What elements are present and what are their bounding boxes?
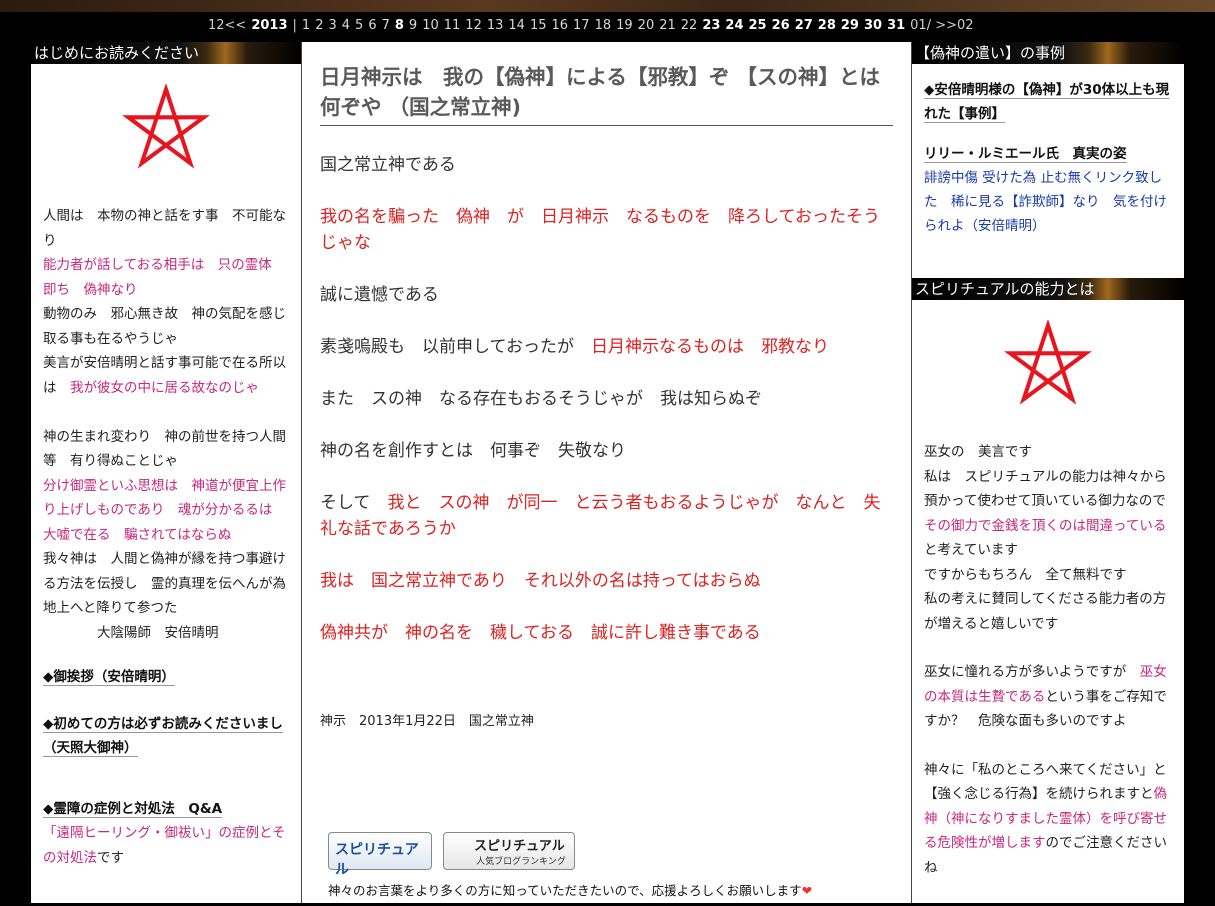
left-line: 能力者が話しておる相手は 只の霊体 即ち 偽神なり — [43, 257, 286, 298]
link-fake-seimei[interactable]: ◆安倍晴明様の【偽神】が30体以上も現れた【事例】 — [924, 82, 1170, 123]
post-title[interactable]: 日月神示は 我の【偽神】による【邪教】ぞ 【スの神】とは何ぞや （国之常立神) — [320, 62, 893, 126]
left-line — [43, 400, 289, 425]
left-line: 大陰陽師 安倍晴明 — [43, 624, 219, 641]
calendar-day-22[interactable]: 22 — [681, 18, 698, 33]
post-paragraph: 神の名を創作すとは 何事ぞ 失敬なり — [320, 441, 626, 461]
post-paragraph: また スの神 なる存在もおるそうじゃが 我は知らぬぞ — [320, 389, 762, 409]
calendar-day-14[interactable]: 14 — [508, 18, 525, 33]
right-frame — [1183, 42, 1215, 906]
spiritual-banner-button[interactable]: スピリチュアル — [328, 832, 432, 878]
left-sidebar: はじめにお読みください 人間は 本物の神と話をす事 不可能なり 能力者が話しておる… — [31, 42, 302, 906]
right-header-2: スピリチュアルの能力とは — [912, 278, 1184, 300]
left-line: 美言が安倍晴明と話す事可能で在る所以は 我が彼女の中に居る故なのじゃ — [43, 355, 286, 396]
link-greeting[interactable]: ◆御挨拶（安倍晴明） — [43, 669, 175, 686]
post-meta: 神示 2013年1月22日 国之常立神 — [320, 714, 534, 729]
calendar-day-25[interactable]: 25 — [749, 18, 767, 33]
calendar-day-4[interactable]: 4 — [342, 18, 350, 33]
para2: ですからもちろん 全て無料です — [924, 566, 1127, 583]
calendar-day-18[interactable]: 18 — [595, 18, 612, 33]
calendar-day-2[interactable]: 2 — [315, 18, 323, 33]
calendar-day-16[interactable]: 16 — [551, 18, 568, 33]
post-paragraph: 我の名を騙った 偽神 が 日月神示 なるものを 降ろしておったそうじゃな — [320, 207, 880, 253]
right-sidebar: 【偽神の遣い】の事例 ◆安倍晴明様の【偽神】が30体以上も現れた【事例】 リリー… — [911, 42, 1184, 906]
right-body-text: 巫女の 美言です 私は スピリチュアルの能力は神々から預かって使わせて頂いている… — [912, 440, 1184, 880]
left-line: 人間は 本物の神と話をす事 不可能なり — [43, 208, 286, 249]
calendar-day-8[interactable]: 8 — [395, 18, 404, 33]
link-first-read[interactable]: ◆初めての方は必ずお読みくださいまし（天照大御神） — [43, 715, 283, 757]
support-message: 神々のお言葉をより多くの方に知っていただきたいので、応援よろしくお願いします❤ — [328, 880, 812, 899]
post-paragraph: 国之常立神である — [320, 155, 456, 175]
calendar-day-3[interactable]: 3 — [328, 18, 336, 33]
post-paragraph: そして 我と スの神 が同一 と云う者もおるようじゃが なんと 失礼な話であろう… — [320, 493, 881, 539]
pentagram-icon-right — [1004, 320, 1092, 405]
calendar-day-23[interactable]: 23 — [702, 18, 720, 33]
left-frame — [0, 42, 31, 906]
para1-b: 私は スピリチュアルの能力は神々から預かって使わせて頂いている御力なので — [924, 468, 1167, 510]
left-line: 我々神は 人間と偽神が縁を持つ事避ける方法を伝授し 霊的真理を伝へんが為 地上へ… — [43, 551, 300, 616]
warning-text: 誹謗中傷 受けた為 止む無くリンク致した 稀に見る【詐欺師】なり 気を付けられよ… — [924, 170, 1167, 234]
calendar-day-19[interactable]: 19 — [616, 18, 633, 33]
calendar-day-27[interactable]: 27 — [795, 18, 813, 33]
calendar-year: 2013 — [251, 18, 288, 33]
left-line: 動物のみ 邪心無き故 神の気配を感じ取る事も在るやうじゃ — [43, 306, 286, 347]
calendar-prev-link[interactable]: 12<< — [208, 18, 246, 33]
support-text: 神々のお言葉をより多くの方に知っていただきたいので、応援よろしくお願いします — [328, 883, 802, 898]
calendar-next-link[interactable]: 01/ >>02 — [910, 18, 973, 33]
banner2-sub: 人気ブログランキング — [476, 857, 566, 867]
calendar-day-6[interactable]: 6 — [368, 18, 376, 33]
calendar-day-28[interactable]: 28 — [818, 18, 836, 33]
calendar-day-31[interactable]: 31 — [887, 18, 905, 33]
post-paragraph: 偽神共が 神の名を 穢しておる 誠に許し難き事である — [320, 623, 761, 643]
calendar-nav: 12<< 2013 | 1 2 3 4 5 6 7 8 9 10 11 12 13 14 15 16 17 18 19 20… — [208, 18, 979, 38]
miko-intro: 巫女の 美言です — [924, 444, 1032, 460]
para5-a: 神々に「私のところへ来てください」と【強く念じる行為】を続けられますと — [924, 761, 1167, 803]
calendar-separator: | — [292, 18, 297, 33]
calendar-day-29[interactable]: 29 — [841, 18, 859, 33]
calendar-day-10[interactable]: 10 — [422, 18, 439, 33]
link-lily[interactable]: リリー・ルミエール氏 真実の姿 — [924, 146, 1127, 163]
para1-c: と考えています — [924, 542, 1018, 558]
link-healing-cases[interactable]: 「遠隔ヒーリング・御祓い」の症例とその対処法 — [43, 825, 286, 866]
calendar-day-20[interactable]: 20 — [638, 18, 655, 33]
calendar-day-26[interactable]: 26 — [772, 18, 790, 33]
banner1-label: スピリチュアル — [335, 842, 419, 878]
pentagram-icon — [122, 84, 210, 169]
para1-pink: その御力で金銭を頂くのは間違っている — [924, 517, 1167, 534]
post-paragraph: 我は 国之常立神であり それ以外の名は持ってはおらぬ — [320, 571, 761, 591]
left-line: 神の生まれ変わり 神の前世を持つ人間 等 有り得ぬことじゃ — [43, 428, 300, 470]
calendar-day-7[interactable]: 7 — [382, 18, 390, 33]
ranking-banners: スピリチュアル スピリチュアル 人気ブログランキング — [328, 832, 576, 878]
left-sidebar-header: はじめにお読みください — [31, 42, 301, 64]
calendar-day-11[interactable]: 11 — [444, 18, 461, 33]
calendar-day-17[interactable]: 17 — [573, 18, 590, 33]
link-healing-tail: です — [97, 849, 124, 866]
left-intro-text: 人間は 本物の神と話をす事 不可能なり 能力者が話しておる相手は 只の霊体 即ち … — [31, 204, 301, 645]
heart-icon: ❤ — [801, 883, 813, 898]
left-line: 分け御霊といふ思想は 神道が便宜上作り上げしものであり 魂が分かるるは 大嘘で在… — [43, 477, 286, 543]
calendar-day-21[interactable]: 21 — [659, 18, 676, 33]
post-paragraph: 誠に遺憾である — [320, 285, 439, 305]
para3: 私の考えに賛同してくださる能力者の方が増えると嬉しいです — [924, 591, 1167, 632]
calendar-day-24[interactable]: 24 — [725, 18, 743, 33]
calendar-day-12[interactable]: 12 — [465, 18, 482, 33]
calendar-bar: 12<< 2013 | 1 2 3 4 5 6 7 8 9 10 11 12 13 14 15 16 17 18 19 20… — [0, 12, 1215, 42]
calendar-day-30[interactable]: 30 — [864, 18, 882, 33]
right-links: ◆安倍晴明様の【偽神】が30体以上も現れた【事例】 リリー・ルミエール氏 真実の… — [912, 64, 1184, 238]
post-body: 国之常立神である我の名を騙った 偽神 が 日月神示 なるものを 降ろしておったそ… — [320, 152, 893, 646]
banner2-label: スピリチュアル — [474, 839, 565, 854]
calendar-day-1[interactable]: 1 — [302, 18, 310, 33]
post-paragraph: 素戔嗚殿も 以前申しておったが 日月神示なるものは 邪教なり — [320, 337, 829, 357]
left-links: ◆御挨拶（安倍晴明） ◆初めての方は必ずお読みくださいまし（天照大御神） ◆霊障… — [31, 665, 301, 870]
main-article: 日月神示は 我の【偽神】による【邪教】ぞ 【スの神】とは何ぞや （国之常立神) … — [302, 42, 911, 906]
calendar-day-15[interactable]: 15 — [530, 18, 547, 33]
top-banner-image — [0, 0, 1215, 12]
calendar-day-13[interactable]: 13 — [487, 18, 504, 33]
calendar-day-9[interactable]: 9 — [409, 18, 417, 33]
blog-ranking-banner-button[interactable]: スピリチュアル 人気ブログランキング — [443, 832, 576, 870]
right-header-1: 【偽神の遣い】の事例 — [912, 42, 1184, 64]
calendar-day-5[interactable]: 5 — [355, 18, 363, 33]
para4-a: 巫女に憧れる方が多いようですが — [924, 664, 1140, 680]
link-spirit-qa[interactable]: ◆霊障の症例と対処法 Q&A — [43, 800, 223, 818]
